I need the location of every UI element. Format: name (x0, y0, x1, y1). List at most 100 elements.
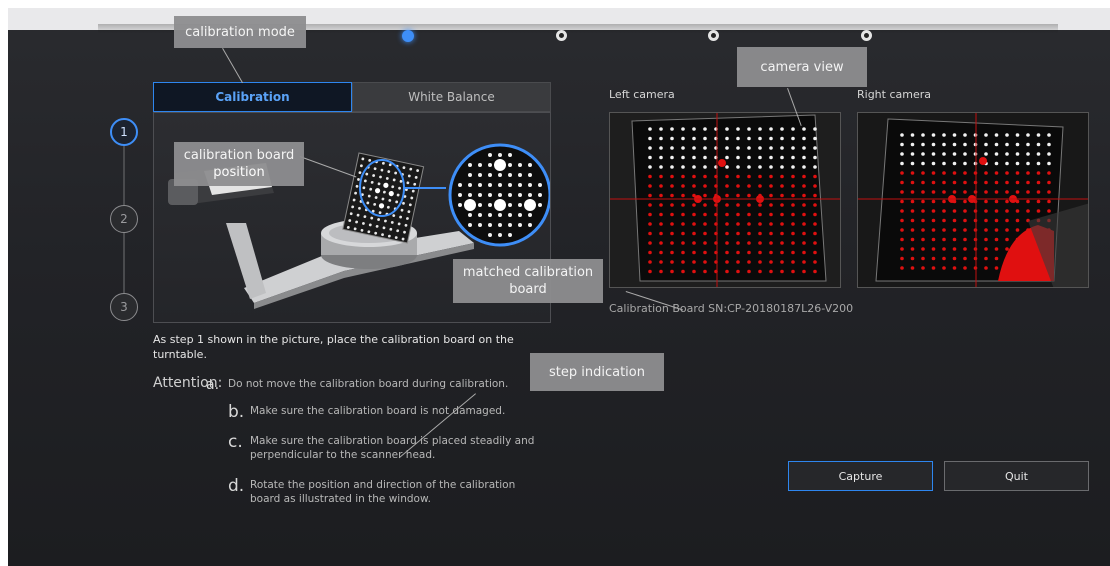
camera-board-dot (910, 161, 915, 166)
magnified-dot (528, 183, 532, 187)
magnified-dot (458, 183, 462, 187)
camera-board-dot (813, 146, 817, 150)
camera-board-dot (963, 161, 967, 166)
camera-board-dot (802, 212, 806, 217)
magnified-marker-dot (524, 199, 536, 211)
attention-letter: d. (228, 476, 245, 496)
camera-board-dot (692, 136, 696, 141)
camera-board-dot (942, 133, 946, 137)
step-1-indicator[interactable]: 1 (110, 118, 138, 146)
camera-board-dot (963, 218, 967, 223)
mode-tabs: Calibration White Balance (153, 82, 551, 112)
magnified-marker-dot (464, 199, 476, 211)
attention-item-d: d. Rotate the position and direction of … (228, 478, 540, 506)
camera-board-dot (952, 152, 957, 156)
magnified-dot (508, 233, 512, 237)
step-3-indicator[interactable]: 3 (110, 293, 138, 321)
camera-board-dot (1036, 133, 1041, 137)
camera-board-dot (703, 174, 707, 179)
camera-board-dot (681, 174, 685, 179)
camera-board-dot (942, 209, 946, 213)
magnified-dot (468, 163, 472, 167)
camera-board-dot (769, 127, 773, 131)
camera-board-dot (659, 146, 663, 150)
camera-board-dot (952, 266, 957, 270)
camera-board-dot (921, 228, 925, 232)
camera-board-dot (952, 209, 957, 213)
camera-board-dot (703, 260, 707, 264)
camera-board-dot (780, 269, 784, 274)
camera-board-dot (921, 190, 925, 194)
attention-text: Do not move the calibration board during… (228, 378, 509, 390)
camera-board-dot (910, 209, 915, 213)
camera-board-dot (984, 218, 988, 223)
attention-item-b: b. Make sure the calibration board is no… (228, 404, 540, 421)
camera-board-dot (963, 133, 967, 137)
magnified-marker-dot (494, 159, 506, 171)
step-2-indicator[interactable]: 2 (110, 205, 138, 233)
magnified-dot (478, 173, 482, 177)
camera-board-dot (952, 218, 957, 223)
camera-board-dot (963, 209, 967, 213)
camera-board-dot (780, 174, 784, 179)
camera-board-dot (1047, 142, 1051, 147)
camera-board-dot (670, 212, 674, 217)
magnified-dot (528, 223, 532, 227)
camera-board-dot (736, 231, 740, 236)
magnified-dot (528, 173, 532, 177)
camera-board-dot (736, 127, 740, 131)
camera-board-dot (725, 212, 729, 217)
camera-board-dot (984, 190, 988, 194)
camera-board-dot (681, 203, 685, 207)
step-instruction: As step 1 shown in the picture, place th… (153, 333, 514, 361)
camera-board-dot (747, 231, 751, 236)
camera-board-dot (747, 127, 751, 131)
attention-text: Make sure the calibration board is not d… (250, 405, 506, 417)
camera-board-dot (952, 133, 957, 137)
camera-board-dot (659, 155, 663, 160)
tab-calibration[interactable]: Calibration (153, 82, 352, 112)
camera-board-dot (725, 184, 729, 188)
camera-board-dot (791, 269, 795, 274)
camera-board-dot (670, 146, 674, 150)
camera-board-dot (670, 241, 674, 245)
left-camera-feed (610, 113, 840, 287)
camera-board-dot (910, 218, 915, 223)
camera-board-dot (648, 212, 652, 217)
camera-board-dot (703, 241, 707, 245)
camera-board-dot (900, 247, 904, 251)
camera-board-dot (900, 218, 904, 223)
camera-board-dot (725, 222, 729, 226)
camera-board-dot (1015, 190, 1020, 194)
camera-board-dot (758, 222, 762, 226)
camera-board-dot (1005, 237, 1009, 242)
camera-board-dot (780, 146, 784, 150)
camera-board-dot (725, 203, 729, 207)
camera-board-dot (910, 266, 915, 270)
camera-board-dot (963, 171, 967, 175)
camera-board-dot (681, 250, 685, 255)
quit-button[interactable]: Quit (944, 461, 1089, 491)
camera-board-dot (1026, 161, 1030, 166)
camera-board-dot (725, 165, 729, 169)
camera-board-dot (1047, 152, 1051, 156)
callout-matched-board: matched calibration board (453, 259, 603, 303)
magnified-dot (518, 203, 522, 207)
camera-board-dot (984, 256, 988, 261)
camera-board-dot (952, 256, 957, 261)
camera-board-dot (994, 228, 999, 232)
camera-board-dot (681, 184, 685, 188)
camera-board-dot (670, 155, 674, 160)
camera-board-dot (791, 250, 795, 255)
camera-board-dot (952, 247, 957, 251)
camera-board-dot (758, 184, 762, 188)
camera-board-dot (736, 241, 740, 245)
camera-board-dot (780, 127, 784, 131)
camera-board-dot (659, 203, 663, 207)
tab-white-balance[interactable]: White Balance (352, 82, 551, 112)
capture-button[interactable]: Capture (788, 461, 933, 491)
camera-board-dot (910, 142, 915, 147)
camera-board-dot (952, 142, 957, 147)
magnified-dot (478, 203, 482, 207)
magnified-dot (508, 223, 512, 227)
